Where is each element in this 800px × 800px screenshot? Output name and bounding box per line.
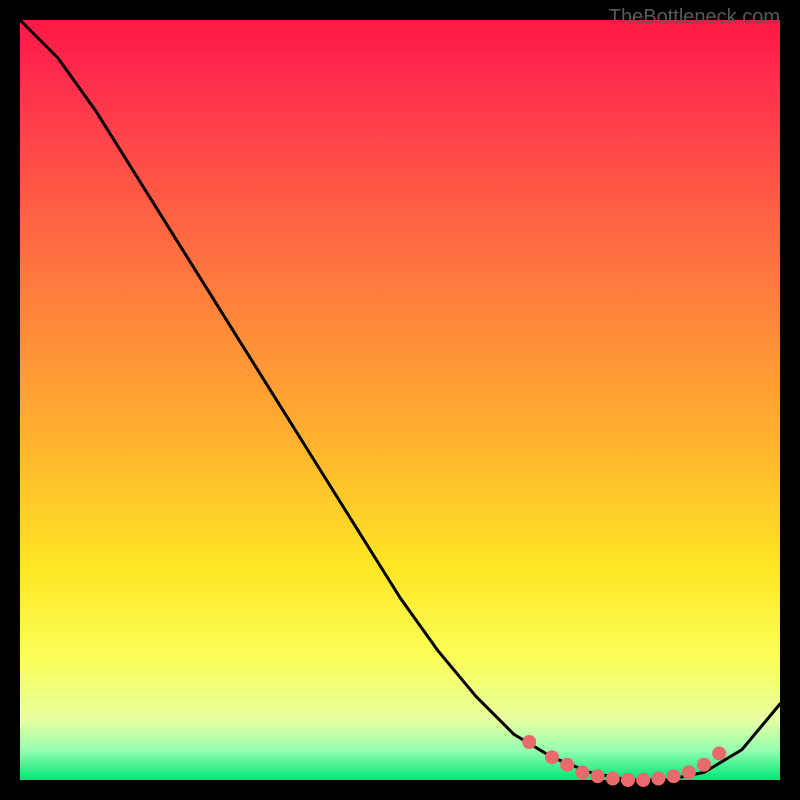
chart-svg <box>20 20 780 780</box>
watermark-text: TheBottleneck.com <box>609 6 780 29</box>
marker-dot <box>651 772 665 786</box>
bottleneck-curve-line <box>20 20 780 780</box>
marker-dot <box>575 765 589 779</box>
marker-dot <box>545 750 559 764</box>
marker-dot <box>682 765 696 779</box>
marker-dot <box>697 758 711 772</box>
marker-dot <box>621 773 635 787</box>
chart-area <box>20 20 780 780</box>
marker-dot <box>636 773 650 787</box>
marker-dot <box>591 769 605 783</box>
optimal-range-markers <box>522 735 726 787</box>
marker-dot <box>560 758 574 772</box>
marker-dot <box>667 769 681 783</box>
marker-dot <box>712 746 726 760</box>
marker-dot <box>606 772 620 786</box>
marker-dot <box>522 735 536 749</box>
